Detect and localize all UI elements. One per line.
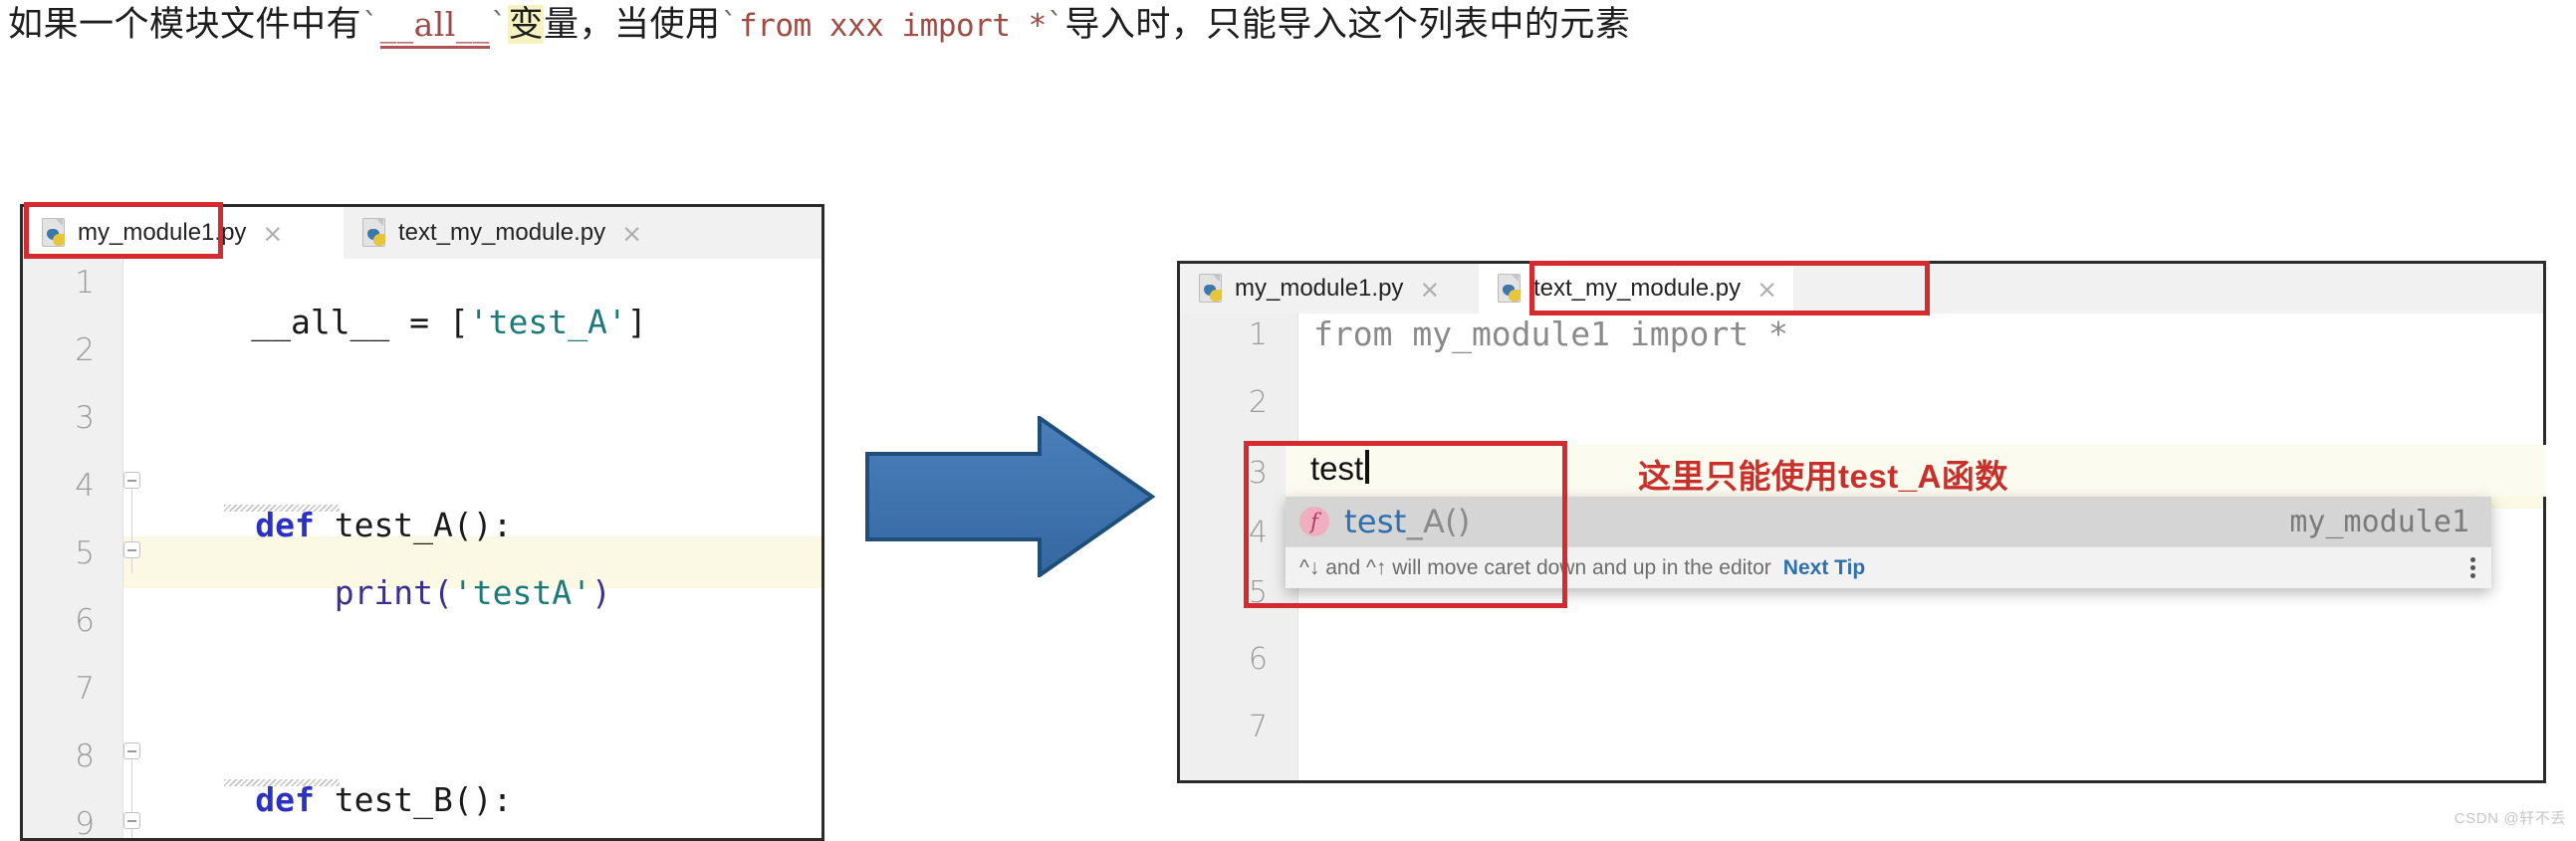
- next-tip-link[interactable]: Next Tip: [1783, 556, 1865, 580]
- caption-all-token: __all__: [379, 5, 490, 49]
- left-line-number: 4: [75, 468, 95, 504]
- right-line-number: 6: [1248, 642, 1268, 677]
- autocomplete-popup[interactable]: f test_A() my_module1 ^↓ and ^↑ will mov…: [1286, 497, 2491, 588]
- left-squiggle-line-8: [224, 779, 340, 786]
- left-code-line-1: __all__ = ['test_A']: [251, 303, 647, 341]
- right-tab-label-1: my_module1.py: [1235, 275, 1404, 302]
- close-icon[interactable]: ×: [1419, 277, 1440, 302]
- left-tab-label-2: text_my_module.py: [398, 219, 606, 246]
- right-tab-text-my-module[interactable]: text_my_module.py ×: [1479, 264, 1794, 314]
- right-line-number: 2: [1248, 385, 1268, 420]
- right-arrow-icon: [862, 414, 1157, 579]
- python-file-icon: [41, 218, 69, 248]
- left-line-number: 7: [75, 671, 95, 707]
- caption-backtick-close: `: [489, 7, 509, 42]
- right-line-number: 7: [1248, 710, 1268, 744]
- caption-backtick-open-2: `: [720, 7, 740, 42]
- right-code-line-1: from my_module1 import *: [1313, 315, 1788, 353]
- caption-segment-1: 如果一个模块文件中有: [8, 5, 362, 44]
- python-file-icon: [1198, 274, 1226, 304]
- left-line-number: 9: [75, 806, 95, 838]
- caption-highlighted-char: 变: [508, 5, 544, 44]
- caption-import-statement: from xxx import *: [739, 8, 1047, 44]
- page-caption: 如果一个模块文件中有`__all__`变量，当使用`from xxx impor…: [8, 2, 2398, 50]
- left-line-number: 8: [75, 738, 95, 774]
- left-line-number: 3: [75, 400, 95, 436]
- python-file-icon: [361, 218, 389, 248]
- right-tab-label-2: text_my_module.py: [1533, 275, 1742, 302]
- right-line-number: 5: [1248, 575, 1268, 610]
- right-editor-tabstrip: my_module1.py × text_my_module.py ×: [1180, 264, 2543, 315]
- close-icon[interactable]: ×: [262, 221, 283, 246]
- csdn-watermark: CSDN @轩不丢: [2454, 810, 2566, 827]
- left-tab-text-my-module[interactable]: text_my_module.py ×: [344, 207, 659, 259]
- right-typed-text-overlay: test: [1310, 450, 1370, 488]
- left-code-line-9: print('testB'): [136, 809, 611, 838]
- left-tab-my-module1[interactable]: my_module1.py ×: [23, 207, 344, 259]
- python-file-icon: [1497, 274, 1524, 304]
- autocomplete-item-label: test_A(): [1344, 503, 1471, 540]
- right-typed-value: test: [1310, 450, 1364, 487]
- autocomplete-hint-text: ^↓ and ^↑ will move caret down and up in…: [1299, 555, 1771, 579]
- autocomplete-item-module: my_module1: [2289, 504, 2469, 539]
- close-icon[interactable]: ×: [1756, 277, 1777, 302]
- caption-backtick-close-2: `: [1046, 7, 1065, 42]
- left-line-number: 2: [75, 332, 95, 368]
- left-code-area[interactable]: 1 2 3 4 5 6 7 8 9 10 __all__ = ['test_A'…: [23, 259, 821, 838]
- right-line-number: 1: [1248, 317, 1268, 352]
- left-code-line-5: print('testA'): [255, 573, 611, 612]
- autocomplete-footer: ^↓ and ^↑ will move caret down and up in…: [1286, 546, 2491, 588]
- left-editor-tabstrip: my_module1.py × text_my_module.py ×: [23, 207, 821, 260]
- text-caret: [1365, 450, 1370, 484]
- left-tab-label-1: my_module1.py: [78, 219, 247, 246]
- left-line-number: 1: [75, 265, 95, 301]
- right-line-number: 3: [1248, 456, 1268, 491]
- function-badge-icon: f: [1299, 507, 1329, 536]
- left-line-number: 6: [75, 603, 95, 639]
- right-line-number: 4: [1248, 516, 1268, 550]
- autocomplete-item-test-a[interactable]: f test_A() my_module1: [1286, 497, 2491, 546]
- caption-backtick-open: `: [361, 7, 380, 42]
- caption-segment-3: 导入时，只能导入这个列表中的元素: [1064, 5, 1631, 44]
- left-line-number: 5: [75, 535, 95, 571]
- left-code-editor: my_module1.py × text_my_module.py × 1 2 …: [20, 204, 824, 841]
- annotation-note: 这里只能使用test_A函数: [1638, 458, 2008, 495]
- close-icon[interactable]: ×: [621, 221, 642, 246]
- left-squiggle-line-4: [224, 505, 340, 512]
- caption-segment-2: 量，当使用: [543, 5, 721, 44]
- autocomplete-item-suffix: _A(): [1406, 503, 1471, 540]
- fold-stem: [131, 476, 132, 573]
- kebab-menu-icon[interactable]: [2470, 554, 2475, 581]
- right-tab-my-module1[interactable]: my_module1.py ×: [1180, 264, 1479, 314]
- autocomplete-item-prefix: test: [1344, 503, 1407, 540]
